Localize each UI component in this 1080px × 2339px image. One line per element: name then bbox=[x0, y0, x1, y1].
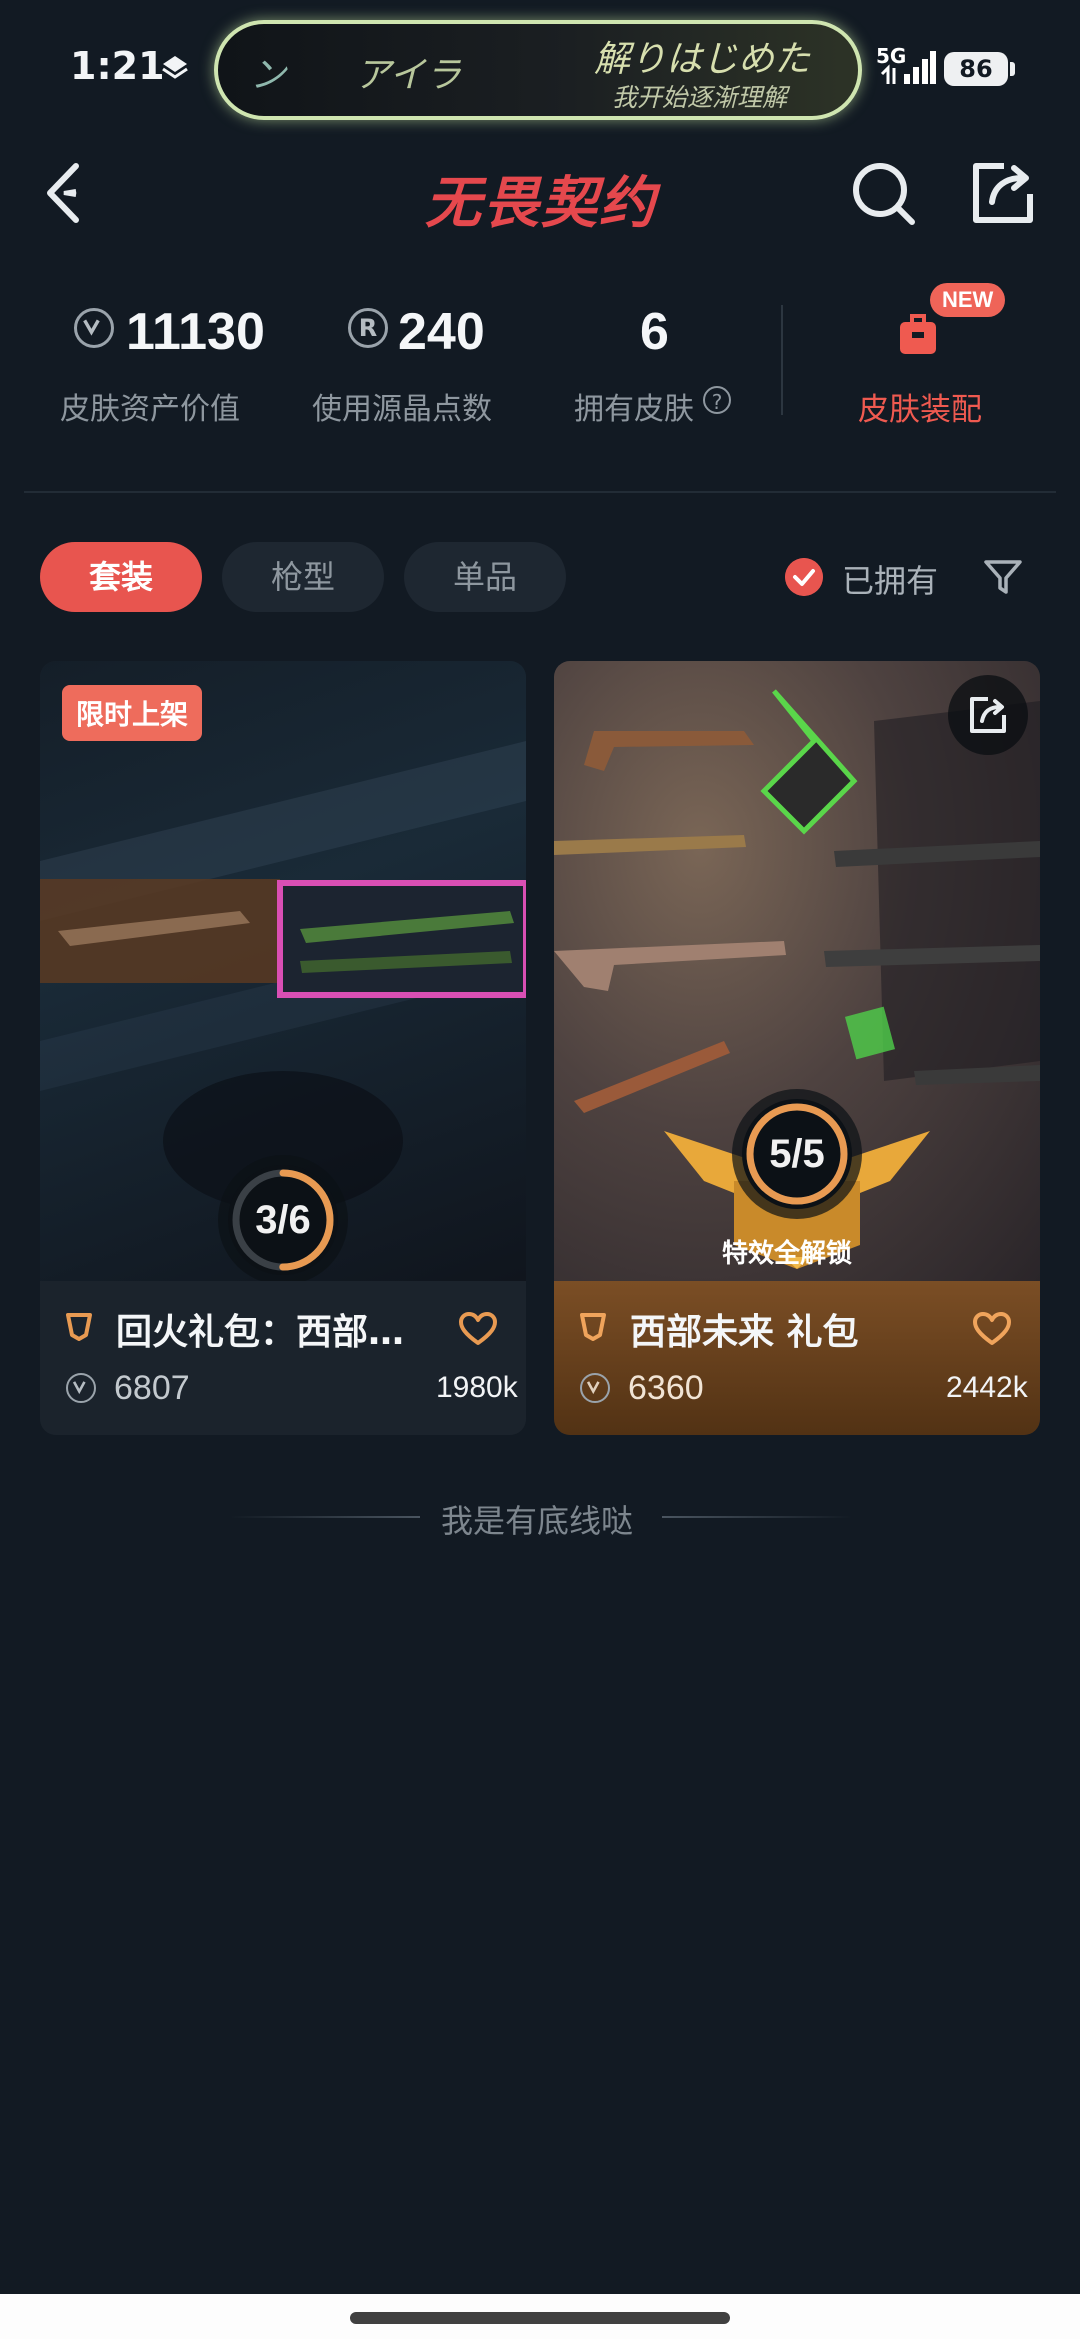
tab-single-item[interactable]: 单品 bbox=[404, 542, 566, 612]
home-indicator[interactable] bbox=[350, 2312, 730, 2324]
card-footer: 回火礼包：西部… 6807 1980k bbox=[40, 1281, 526, 1435]
stats-divider bbox=[781, 305, 783, 415]
search-icon[interactable] bbox=[850, 160, 916, 226]
battery-tip bbox=[1010, 62, 1015, 76]
card-likes: 1980k bbox=[436, 1371, 518, 1404]
end-of-list-text: 我是有底线哒 bbox=[441, 1502, 634, 1540]
collection-progress-ring: 5/5 bbox=[742, 1099, 852, 1209]
tab-bundle[interactable]: 套装 bbox=[40, 542, 202, 612]
page-title: 无畏契约 bbox=[425, 171, 657, 236]
lyric-text-fragment: アイラ bbox=[355, 55, 462, 96]
card-title: 西部未来 礼包 bbox=[630, 1312, 859, 1353]
favorite-heart-icon[interactable] bbox=[458, 1311, 498, 1347]
rank-badge-icon bbox=[66, 1313, 92, 1341]
collection-progress-text: 3/6 bbox=[255, 1198, 311, 1242]
end-divider-right bbox=[662, 1516, 852, 1518]
lyric-text-fragment: ン bbox=[250, 55, 287, 96]
collection-progress-ring: 3/6 bbox=[228, 1165, 338, 1275]
limited-time-badge: 限时上架 bbox=[62, 685, 203, 741]
new-badge: NEW bbox=[930, 283, 1006, 317]
battery-level: 86 bbox=[944, 52, 1008, 86]
points-used: 240 bbox=[398, 303, 485, 361]
valorant-points-icon bbox=[74, 308, 114, 348]
owned-skins-count: 6 bbox=[640, 303, 669, 361]
help-icon[interactable]: ? bbox=[703, 386, 731, 414]
filter-icon[interactable] bbox=[982, 556, 1024, 598]
radianite-points-icon: R bbox=[348, 308, 388, 348]
status-time: 1:21 bbox=[70, 44, 165, 88]
skin-loadout-button[interactable]: 皮肤装配 bbox=[858, 384, 982, 429]
section-divider bbox=[24, 491, 1056, 493]
rank-badge-icon bbox=[580, 1313, 606, 1341]
card-likes: 2442k bbox=[946, 1371, 1028, 1404]
valorant-points-icon bbox=[66, 1373, 96, 1403]
signal-icon bbox=[880, 51, 936, 84]
owned-checkbox-icon[interactable] bbox=[785, 558, 823, 596]
asset-value: 11130 bbox=[126, 303, 265, 361]
end-divider-left bbox=[230, 1516, 420, 1518]
card-price: 6807 bbox=[114, 1369, 190, 1407]
card-footer: 西部未来 礼包 6360 2442k bbox=[554, 1281, 1040, 1435]
lyric-text: 解りはじめた bbox=[594, 39, 811, 80]
wardrobe-icon[interactable] bbox=[898, 312, 938, 356]
bundle-card[interactable]: 5/5 特效全解锁 西部未来 礼包 6360 2442k bbox=[554, 661, 1040, 1435]
card-title: 回火礼包：西部… bbox=[116, 1312, 405, 1353]
card-share-button[interactable] bbox=[948, 675, 1028, 755]
points-used-label: 使用源晶点数 bbox=[312, 392, 492, 427]
lyric-translation: 我开始逐渐理解 bbox=[612, 83, 788, 112]
valorant-points-icon bbox=[580, 1373, 610, 1403]
tab-gun-type[interactable]: 枪型 bbox=[222, 542, 384, 612]
card-price: 6360 bbox=[628, 1369, 704, 1407]
bundle-card[interactable]: 限时上架 3/6 回火礼包：西部… 6807 1980k bbox=[40, 661, 526, 1435]
favorite-heart-icon[interactable] bbox=[972, 1311, 1012, 1347]
effects-unlocked-label: 特效全解锁 bbox=[722, 1239, 853, 1269]
share-icon[interactable] bbox=[970, 160, 1036, 226]
collection-progress-text: 5/5 bbox=[769, 1132, 825, 1176]
back-arrow-icon[interactable] bbox=[40, 158, 90, 228]
layers-icon bbox=[162, 56, 188, 79]
asset-value-label: 皮肤资产价值 bbox=[60, 392, 240, 427]
owned-filter-label[interactable]: 已拥有 bbox=[842, 556, 938, 602]
owned-skins-label: 拥有皮肤 bbox=[574, 392, 694, 427]
